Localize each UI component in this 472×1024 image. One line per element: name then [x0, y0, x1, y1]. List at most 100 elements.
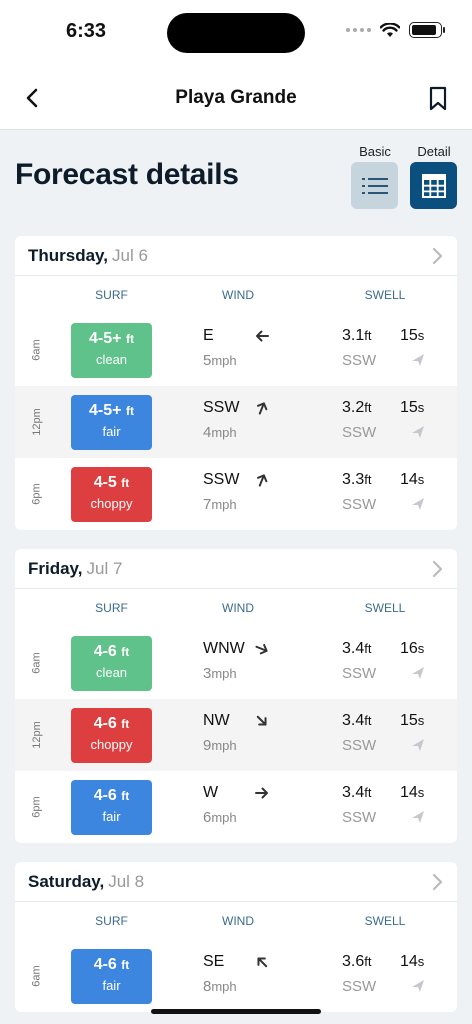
swell-period: 16	[400, 640, 418, 657]
status-bar: 6:33	[0, 0, 472, 66]
forecast-row[interactable]: 12pm 4-6 ft choppy NW 9mph 3.4ft SSW 15s	[15, 699, 457, 771]
day-card: Thursday, Jul 6 SURF WIND SWELL 6am 4-5+ …	[15, 236, 457, 530]
page-title: Forecast details	[15, 158, 239, 191]
nav-bar: Playa Grande	[0, 66, 472, 130]
surf-condition: clean	[95, 665, 128, 680]
swell-unit: ft	[364, 954, 372, 969]
swell-period: 14	[400, 953, 418, 970]
wind-direction: W	[203, 784, 219, 801]
surf-unit: ft	[125, 332, 134, 346]
swell-direction-icon	[412, 426, 424, 438]
swell-direction: SSW	[342, 496, 377, 513]
day-card: Friday, Jul 7 SURF WIND SWELL 6am 4-6 ft …	[15, 549, 457, 843]
wind-unit: mph	[211, 738, 237, 753]
swell-direction-icon	[412, 811, 424, 823]
surf-badge: 4-6 ft fair	[71, 949, 152, 1004]
chevron-right-icon	[432, 873, 443, 891]
wind-direction: WNW	[203, 640, 245, 657]
swell-unit: ft	[364, 785, 372, 800]
forecast-row[interactable]: 6am 4-6 ft fair SE 8mph 3.6ft SSW 14s	[15, 940, 457, 1012]
surf-column-header: SURF	[95, 288, 128, 302]
surf-badge: 4-6 ft fair	[71, 780, 152, 835]
swell-height: 3.2	[342, 399, 365, 416]
wind-unit: mph	[211, 353, 237, 368]
bookmark-icon	[429, 86, 447, 111]
swell-unit: ft	[364, 400, 372, 415]
swell-unit: ft	[364, 713, 372, 728]
surf-height: 4-6	[93, 787, 117, 804]
swell-direction-icon	[412, 667, 424, 679]
basic-view-button[interactable]	[351, 162, 398, 209]
time-slot: 6am	[31, 652, 43, 674]
wind-unit: mph	[211, 497, 237, 512]
wind-arrow-icon	[257, 474, 268, 487]
period-unit: s	[417, 472, 425, 487]
period-unit: s	[417, 328, 425, 343]
surf-condition: clean	[95, 352, 128, 367]
wind-direction: E	[203, 327, 214, 344]
surf-badge: 4-5+ ft fair	[71, 395, 152, 450]
chevron-right-icon	[432, 247, 443, 265]
column-headers: SURF WIND SWELL	[15, 276, 457, 314]
detail-view-button[interactable]	[410, 162, 457, 209]
surf-condition: fair	[102, 424, 121, 439]
forecast-row[interactable]: 6pm 4-6 ft fair W 6mph 3.4ft SSW 14s	[15, 771, 457, 843]
swell-direction-icon	[412, 980, 424, 992]
wind-unit: mph	[211, 810, 237, 825]
cellular-signal-icon	[346, 28, 371, 32]
surf-badge: 4-6 ft choppy	[71, 708, 152, 763]
time-slot: 6pm	[31, 796, 43, 818]
wind-column-header: WIND	[222, 601, 254, 615]
day-header[interactable]: Thursday, Jul 6	[15, 236, 457, 276]
swell-direction-icon	[412, 354, 424, 366]
swell-unit: ft	[364, 472, 372, 487]
surf-height: 4-6	[93, 715, 117, 732]
wind-direction: SSW	[203, 399, 240, 416]
wind-direction: SSW	[203, 471, 240, 488]
table-grid-icon	[421, 173, 446, 198]
surf-unit: ft	[121, 717, 130, 731]
status-icons	[346, 22, 445, 38]
period-unit: s	[417, 713, 425, 728]
wind-arrow-icon	[255, 644, 268, 655]
period-unit: s	[417, 641, 425, 656]
wifi-icon	[380, 22, 400, 37]
time-slot: 6am	[31, 965, 43, 987]
surf-height: 4-5+	[89, 330, 122, 347]
swell-height: 3.3	[342, 471, 365, 488]
bookmark-button[interactable]	[428, 86, 452, 112]
swell-direction: SSW	[342, 737, 377, 754]
swell-height: 3.1	[342, 327, 365, 344]
day-date: Jul 7	[86, 559, 123, 578]
swell-period: 14	[400, 784, 418, 801]
forecast-row[interactable]: 12pm 4-5+ ft fair SSW 4mph 3.2ft SSW 15s	[15, 386, 457, 458]
forecast-row[interactable]: 6pm 4-5 ft choppy SSW 7mph 3.3ft SSW 14s	[15, 458, 457, 530]
surf-unit: ft	[125, 404, 134, 418]
day-header[interactable]: Saturday, Jul 8	[15, 862, 457, 902]
wind-column-header: WIND	[222, 288, 254, 302]
swell-height: 3.4	[342, 784, 365, 801]
surf-unit: ft	[121, 645, 130, 659]
day-name: Saturday,	[28, 872, 105, 891]
swell-direction: SSW	[342, 424, 377, 441]
wind-unit: mph	[211, 425, 237, 440]
surf-unit: ft	[121, 476, 130, 490]
swell-column-header: SWELL	[364, 601, 406, 615]
page-header: Forecast details Basic Detail	[0, 130, 472, 235]
detail-view-label: Detail	[417, 144, 451, 159]
forecast-row[interactable]: 6am 4-5+ ft clean E 5mph 3.1ft SSW 15s	[15, 314, 457, 386]
battery-icon	[409, 22, 445, 38]
surf-column-header: SURF	[95, 601, 128, 615]
swell-height: 3.6	[342, 953, 365, 970]
swell-period: 14	[400, 471, 418, 488]
day-card: Saturday, Jul 8 SURF WIND SWELL 6am 4-6 f…	[15, 862, 457, 1012]
column-headers: SURF WIND SWELL	[15, 589, 457, 627]
swell-direction: SSW	[342, 665, 377, 682]
swell-column-header: SWELL	[364, 288, 406, 302]
basic-view-label: Basic	[359, 144, 391, 159]
home-indicator[interactable]	[151, 1009, 321, 1014]
forecast-row[interactable]: 6am 4-6 ft clean WNW 3mph 3.4ft SSW 16s	[15, 627, 457, 699]
day-header[interactable]: Friday, Jul 7	[15, 549, 457, 589]
wind-direction: NW	[203, 712, 230, 729]
swell-height: 3.4	[342, 712, 365, 729]
